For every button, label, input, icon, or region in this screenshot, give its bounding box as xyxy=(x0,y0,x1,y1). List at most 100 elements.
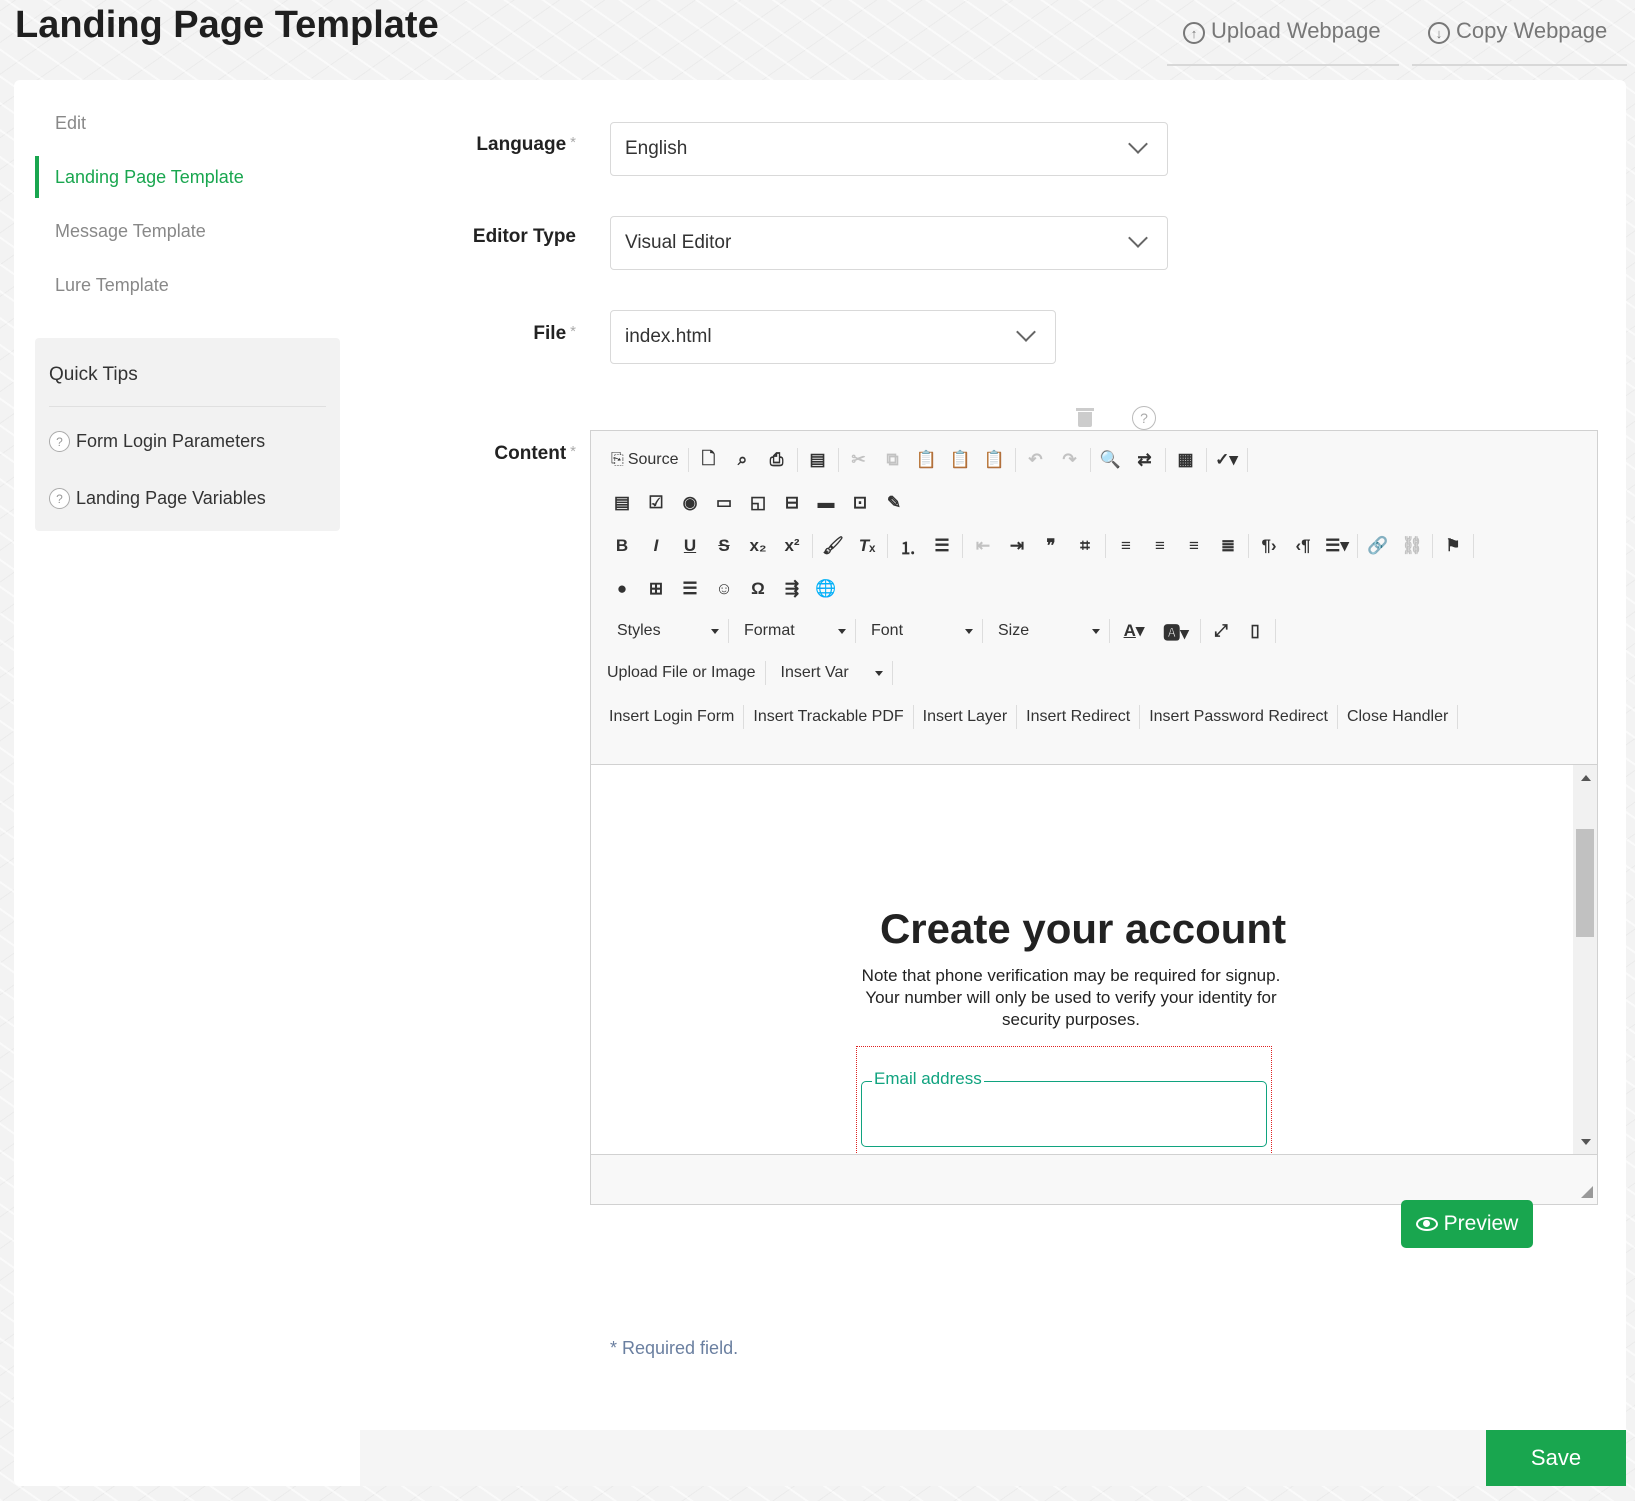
unlink-icon[interactable]: ⛓ xyxy=(1395,531,1429,561)
form-icon[interactable]: ▤ xyxy=(605,488,639,518)
select-field-icon[interactable]: ⊟ xyxy=(775,488,809,518)
special-char-icon[interactable]: Ω xyxy=(741,574,775,604)
bulleted-list-icon[interactable]: ☰ xyxy=(925,531,959,561)
textarea-icon[interactable]: ◱ xyxy=(741,488,775,518)
scroll-up-icon[interactable] xyxy=(1581,775,1591,781)
caret-down-icon xyxy=(1092,628,1100,634)
page-break-icon[interactable]: ⇶ xyxy=(775,574,809,604)
remove-format-icon[interactable]: Tₓ xyxy=(850,531,884,561)
rtl-icon[interactable]: ‹¶ xyxy=(1286,531,1320,561)
align-left-icon[interactable]: ≡ xyxy=(1109,531,1143,561)
sidebar-item-lure-template[interactable]: Lure Template xyxy=(35,264,169,306)
horizontal-line-icon[interactable]: ☰ xyxy=(673,574,707,604)
ltr-icon[interactable]: ¶› xyxy=(1252,531,1286,561)
editor-scrollbar[interactable] xyxy=(1573,765,1597,1155)
copy-icon[interactable]: ⧉ xyxy=(876,445,910,475)
text-field-icon[interactable]: ▭ xyxy=(707,488,741,518)
div-container-icon[interactable]: ⌗ xyxy=(1068,531,1102,561)
new-page-icon[interactable]: 🗋 xyxy=(692,445,726,475)
sidebar-item-landing-page-template[interactable]: Landing Page Template xyxy=(35,156,244,198)
print-icon[interactable]: ⎙ xyxy=(760,445,794,475)
indent-icon[interactable]: ⇥ xyxy=(1000,531,1034,561)
language-select[interactable]: English xyxy=(610,122,1168,176)
show-blocks-icon[interactable]: ▯ xyxy=(1238,616,1272,646)
insert-redirect-button[interactable]: Insert Redirect xyxy=(1020,702,1136,732)
styles-dropdown[interactable]: Styles xyxy=(605,616,725,646)
paste-text-icon[interactable]: 📋 xyxy=(944,445,978,475)
help-icon[interactable]: ? xyxy=(1132,406,1156,430)
numbered-list-icon[interactable]: ⒈ xyxy=(891,531,925,561)
scroll-thumb[interactable] xyxy=(1576,829,1594,937)
caret-down-icon xyxy=(711,628,719,634)
source-button[interactable]: ⎘ Source xyxy=(605,445,685,475)
insert-var-dropdown[interactable]: Insert Var xyxy=(769,658,889,688)
replace-icon[interactable]: ⇄ xyxy=(1128,445,1162,475)
checkbox-icon[interactable]: ☑ xyxy=(639,488,673,518)
background-color-icon[interactable]: 🅰▾ xyxy=(1155,616,1197,646)
editor-content-area[interactable]: Create your account Note that phone veri… xyxy=(591,765,1575,1155)
language-label-wrap: Language * xyxy=(360,134,576,164)
hidden-field-icon[interactable]: ✎ xyxy=(877,488,911,518)
sidebar-item-message-template[interactable]: Message Template xyxy=(35,210,206,252)
justify-icon[interactable]: ≣ xyxy=(1211,531,1245,561)
toolbar-row: Upload File or Image Insert Var xyxy=(601,656,896,690)
insert-trackable-pdf-button[interactable]: Insert Trackable PDF xyxy=(747,702,909,732)
editor-type-label-wrap: Editor Type xyxy=(360,226,576,256)
blockquote-icon[interactable]: ❞ xyxy=(1034,531,1068,561)
text-color-icon[interactable]: A ▾ xyxy=(1113,616,1155,646)
templates-icon[interactable]: ▤ xyxy=(801,445,835,475)
copy-format-icon[interactable]: 🖌 xyxy=(816,531,850,561)
language-icon[interactable]: ☰▾ xyxy=(1320,531,1354,561)
preview-icon[interactable]: ⌕ xyxy=(726,445,760,475)
radio-icon[interactable]: ◉ xyxy=(673,488,707,518)
paste-icon[interactable]: 📋 xyxy=(910,445,944,475)
strikethrough-icon[interactable]: S xyxy=(707,531,741,561)
close-handler-button[interactable]: Close Handler xyxy=(1341,702,1454,732)
select-all-icon[interactable]: ▦ xyxy=(1169,445,1203,475)
sidebar-item-edit[interactable]: Edit xyxy=(35,102,86,144)
tip-form-login-parameters[interactable]: ? Form Login Parameters xyxy=(49,431,265,452)
trash-icon[interactable] xyxy=(1076,406,1094,428)
file-select[interactable]: index.html xyxy=(610,310,1056,364)
underline-icon[interactable]: U xyxy=(673,531,707,561)
insert-password-redirect-button[interactable]: Insert Password Redirect xyxy=(1143,702,1334,732)
bold-icon[interactable]: B xyxy=(605,531,639,561)
format-dropdown[interactable]: Format xyxy=(732,616,852,646)
spellcheck-icon[interactable]: ✓▾ xyxy=(1210,445,1244,475)
align-center-icon[interactable]: ≡ xyxy=(1143,531,1177,561)
copy-webpage-button[interactable]: ↓ Copy Webpage xyxy=(1412,18,1627,66)
find-icon[interactable]: 🔍 xyxy=(1094,445,1128,475)
language-label: Language * xyxy=(476,134,576,155)
upload-file-or-image-button[interactable]: Upload File or Image xyxy=(601,658,762,688)
preview-button[interactable]: Preview xyxy=(1401,1200,1533,1248)
editor-type-select[interactable]: Visual Editor xyxy=(610,216,1168,270)
superscript-icon[interactable]: x² xyxy=(775,531,809,561)
insert-layer-button[interactable]: Insert Layer xyxy=(917,702,1013,732)
outdent-icon[interactable]: ⇤ xyxy=(966,531,1000,561)
size-dropdown[interactable]: Size xyxy=(986,616,1106,646)
tip-landing-page-variables[interactable]: ? Landing Page Variables xyxy=(49,488,266,509)
cut-icon[interactable]: ✂ xyxy=(842,445,876,475)
resize-handle-icon[interactable] xyxy=(1581,1186,1593,1198)
align-right-icon[interactable]: ≡ xyxy=(1177,531,1211,561)
italic-icon[interactable]: I xyxy=(639,531,673,561)
font-dropdown[interactable]: Font xyxy=(859,616,979,646)
image-button-icon[interactable]: ⊡ xyxy=(843,488,877,518)
save-button[interactable]: Save xyxy=(1486,1430,1626,1486)
undo-icon[interactable]: ↶ xyxy=(1019,445,1053,475)
iframe-icon[interactable]: 🌐 xyxy=(809,574,843,604)
insert-login-form-button[interactable]: Insert Login Form xyxy=(603,702,740,732)
paste-word-icon[interactable]: 📋 xyxy=(978,445,1012,475)
redo-icon[interactable]: ↷ xyxy=(1053,445,1087,475)
flash-icon[interactable]: ● xyxy=(605,574,639,604)
button-icon[interactable]: ▬ xyxy=(809,488,843,518)
smiley-icon[interactable]: ☺ xyxy=(707,574,741,604)
anchor-icon[interactable]: ⚑ xyxy=(1436,531,1470,561)
link-icon[interactable]: 🔗 xyxy=(1361,531,1395,561)
table-icon[interactable]: ⊞ xyxy=(639,574,673,604)
email-field[interactable]: Email address xyxy=(861,1069,1267,1147)
upload-webpage-button[interactable]: ↑ Upload Webpage xyxy=(1167,18,1399,66)
subscript-icon[interactable]: x₂ xyxy=(741,531,775,561)
scroll-down-icon[interactable] xyxy=(1581,1139,1591,1145)
maximize-icon[interactable]: ⤢ xyxy=(1204,616,1238,646)
